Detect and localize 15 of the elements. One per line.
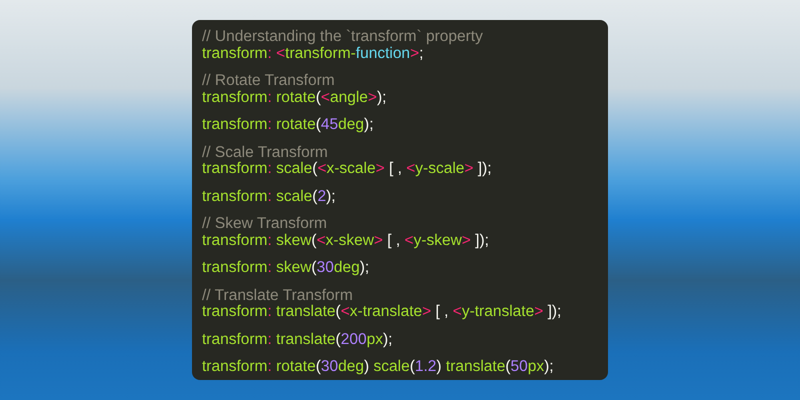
code-line: transform: scale(2); bbox=[202, 188, 336, 205]
code-line: transform: rotate(<angle>); bbox=[202, 90, 386, 106]
code-line: transform: rotate(30deg) scale(1.2) translate(50px); bbox=[202, 359, 554, 376]
code-line: transform: skew(30deg); bbox=[202, 260, 370, 276]
code-line: transform: rotate(45deg); bbox=[202, 117, 374, 134]
code-line: // Scale Transform bbox=[202, 144, 328, 161]
code-line: // Rotate Transform bbox=[202, 73, 335, 90]
code-line: transform: translate(<x-translate> [ , <y-translate> ]); bbox=[202, 304, 562, 320]
code-line: transform: skew(<x-skew> [ , <y-skew> ]); bbox=[202, 232, 489, 249]
code-line: transform: translate(200px); bbox=[202, 332, 392, 348]
code-line: // Translate Transform bbox=[202, 288, 353, 304]
code-line: transform: scale(<x-scale> [ , <y-scale> ]); bbox=[202, 161, 492, 178]
code-line: // Understanding the `transform` property bbox=[202, 29, 483, 46]
code-line: // Skew Transform bbox=[202, 216, 327, 232]
code-line: transform: <transform-function>; bbox=[202, 46, 424, 62]
